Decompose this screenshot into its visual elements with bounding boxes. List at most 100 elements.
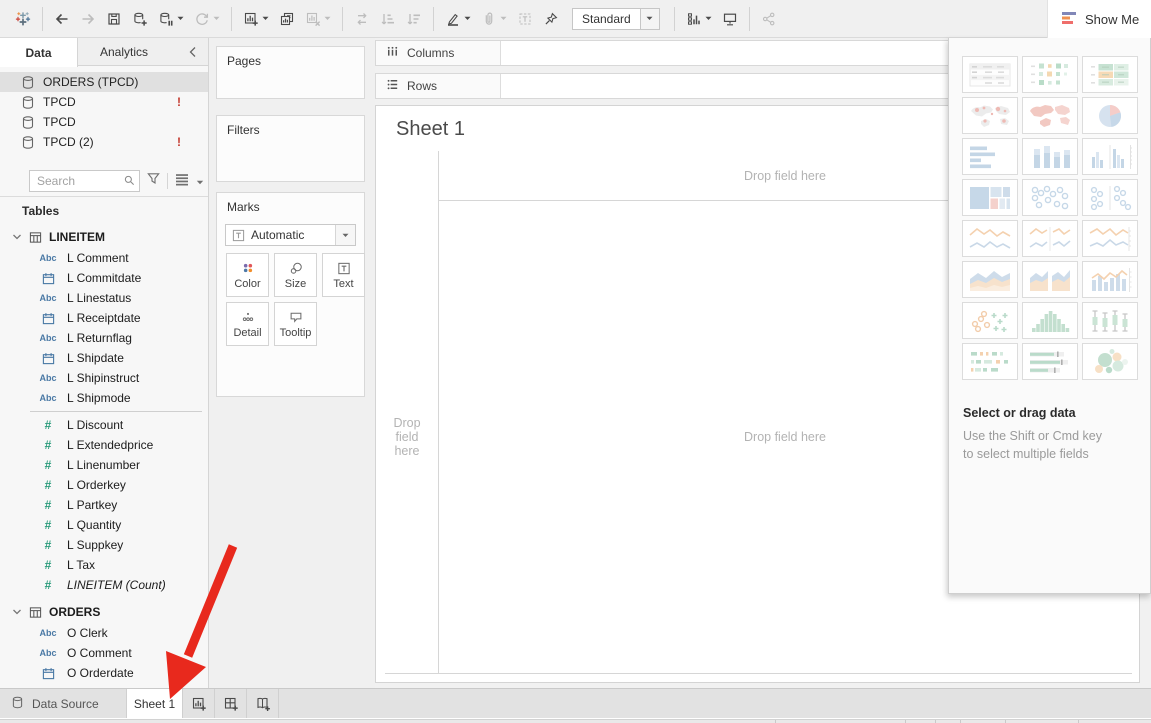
new-data-source-button[interactable] (127, 7, 153, 31)
mark-type-selector[interactable]: Automatic (225, 224, 356, 246)
field-item[interactable]: #LINEITEM (Count) (0, 575, 208, 595)
caret-down-icon[interactable] (705, 16, 712, 21)
view-as-list-icon[interactable] (174, 172, 190, 191)
field-item[interactable]: L Receiptdate (0, 308, 208, 328)
caret-down-icon[interactable] (464, 16, 471, 21)
drop-zone-rows[interactable]: Drop field here (376, 200, 438, 673)
show-me-stacked-bars[interactable] (1022, 138, 1078, 175)
field-item[interactable]: L Shipdate (0, 348, 208, 368)
field-item[interactable]: AbcL Comment (0, 248, 208, 268)
field-item[interactable]: #L Orderkey (0, 475, 208, 495)
show-me-horizontal-bars[interactable] (962, 138, 1018, 175)
field-item[interactable]: #L Partkey (0, 495, 208, 515)
data-source-item[interactable]: TPCD (2)! (0, 132, 208, 152)
filter-fields-icon[interactable] (146, 171, 161, 191)
data-source-item[interactable]: TPCD! (0, 92, 208, 112)
new-worksheet-button[interactable] (183, 689, 215, 718)
show-me-scatter-plot[interactable] (962, 302, 1018, 339)
show-me-histogram[interactable] (1022, 302, 1078, 339)
show-me-highlight-table[interactable] (1082, 56, 1138, 93)
tab-data[interactable]: Data (0, 38, 78, 67)
new-dashboard-button[interactable] (215, 689, 247, 718)
collapse-pane-icon[interactable] (178, 38, 208, 65)
tab-analytics[interactable]: Analytics (78, 38, 170, 65)
fit-selector[interactable]: Standard (572, 8, 660, 30)
show-me-filled-map[interactable] (1022, 97, 1078, 134)
show-me-pie-chart[interactable] (1082, 97, 1138, 134)
field-item[interactable]: AbcL Linestatus (0, 288, 208, 308)
show-me-side-by-side-circles[interactable] (1082, 179, 1138, 216)
share-workbook-button[interactable] (756, 7, 782, 31)
pages-card[interactable]: Pages (216, 46, 365, 99)
show-me-discrete-area[interactable] (1022, 261, 1078, 298)
show-me-discrete-lines[interactable] (1022, 220, 1078, 257)
field-item[interactable]: #L Extendedprice (0, 435, 208, 455)
marks-detail-button[interactable]: Detail (226, 302, 269, 346)
data-source-item[interactable]: TPCD (0, 112, 208, 132)
caret-down-icon[interactable] (177, 16, 184, 21)
field-item[interactable]: AbcL Returnflag (0, 328, 208, 348)
field-item[interactable]: #L Linenumber (0, 455, 208, 475)
field-item[interactable]: AbcL Shipmode (0, 388, 208, 408)
filters-card[interactable]: Filters (216, 115, 365, 182)
tableau-logo-button[interactable] (10, 7, 36, 31)
duplicate-sheet-button[interactable] (274, 7, 300, 31)
redo-button[interactable] (75, 7, 101, 31)
field-item[interactable]: L Commitdate (0, 268, 208, 288)
caret-down-icon[interactable] (262, 16, 269, 21)
new-story-button[interactable] (247, 689, 279, 718)
show-me-box-and-whisker[interactable] (1082, 302, 1138, 339)
clear-sheet-button[interactable] (300, 7, 336, 31)
pause-auto-updates-button[interactable] (153, 7, 189, 31)
data-source-item[interactable]: ORDERS (TPCD) (0, 72, 208, 92)
marks-size-button[interactable]: Size (274, 253, 317, 297)
field-item[interactable]: #L Quantity (0, 515, 208, 535)
sort-ascending-button[interactable] (375, 7, 401, 31)
new-worksheet-button[interactable] (238, 7, 274, 31)
show-me-continuous-lines[interactable] (962, 220, 1018, 257)
chevron-down-icon[interactable] (12, 607, 22, 617)
save-button[interactable] (101, 7, 127, 31)
show-me-gantt[interactable] (962, 343, 1018, 380)
show-me-packed-bubbles[interactable] (1082, 343, 1138, 380)
table-item[interactable]: LINEITEM (0, 226, 208, 248)
fix-axes-button[interactable] (538, 7, 564, 31)
data-source-tab[interactable]: Data Source (0, 689, 127, 718)
chevron-down-icon[interactable] (12, 232, 22, 242)
caret-down-icon[interactable] (324, 16, 331, 21)
group-members-button[interactable] (476, 7, 512, 31)
presentation-mode-button[interactable] (717, 7, 743, 31)
sort-descending-button[interactable] (401, 7, 427, 31)
marks-text-button[interactable]: Text (322, 253, 365, 297)
marks-color-button[interactable]: Color (226, 253, 269, 297)
undo-button[interactable] (49, 7, 75, 31)
show-me-symbol-map[interactable] (962, 97, 1018, 134)
field-item[interactable]: #L Tax (0, 555, 208, 575)
swap-rows-columns-button[interactable] (349, 7, 375, 31)
show-me-side-by-side-bars[interactable] (1082, 138, 1138, 175)
show-me-continuous-area[interactable] (962, 261, 1018, 298)
field-item[interactable]: O Orderdate (0, 663, 208, 683)
table-item[interactable]: ORDERS (0, 601, 208, 623)
show-me-text-table[interactable] (962, 56, 1018, 93)
caret-down-icon[interactable] (196, 172, 204, 190)
field-item[interactable]: #L Suppkey (0, 535, 208, 555)
show-me-heat-map[interactable] (1022, 56, 1078, 93)
show-me-dual-lines[interactable] (1082, 220, 1138, 257)
caret-down-icon[interactable] (335, 225, 355, 245)
sheet-tab-active[interactable]: Sheet 1 (127, 689, 183, 718)
field-item[interactable]: #L Discount (0, 415, 208, 435)
caret-down-icon[interactable] (500, 16, 507, 21)
show-me-button[interactable]: Show Me (1047, 0, 1151, 38)
show-hide-cards-button[interactable] (681, 7, 717, 31)
show-me-treemap[interactable] (962, 179, 1018, 216)
field-item[interactable]: AbcO Clerk (0, 623, 208, 643)
run-auto-updates-button[interactable] (189, 7, 225, 31)
show-mark-labels-button[interactable] (512, 7, 538, 31)
marks-tooltip-button[interactable]: Tooltip (274, 302, 317, 346)
field-item[interactable]: AbcO Comment (0, 643, 208, 663)
show-me-bullet-graph[interactable] (1022, 343, 1078, 380)
field-item[interactable]: AbcL Shipinstruct (0, 368, 208, 388)
caret-down-icon[interactable] (640, 9, 659, 29)
highlight-button[interactable] (440, 7, 476, 31)
